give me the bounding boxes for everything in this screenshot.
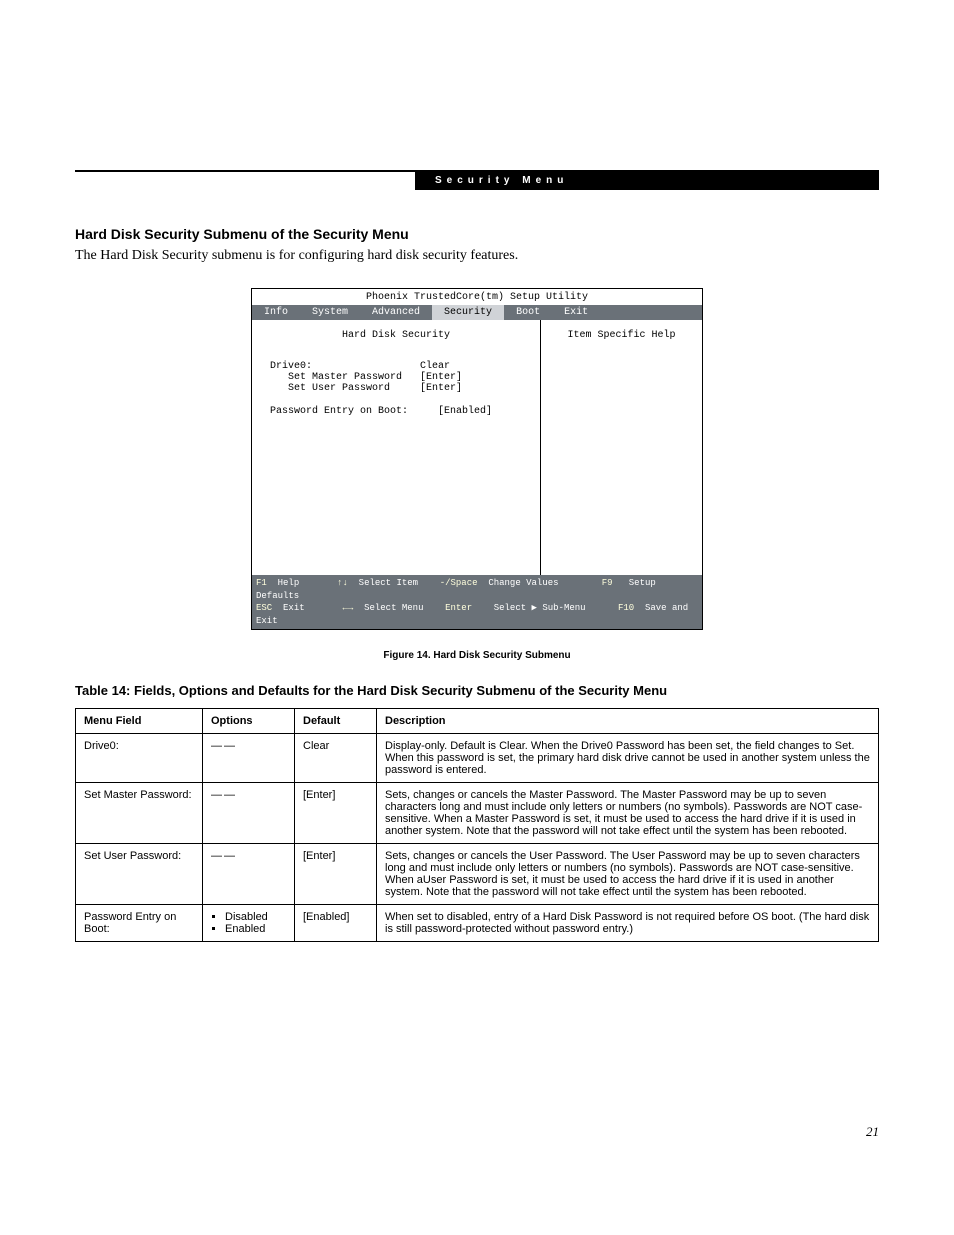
section-header: Security Menu — [415, 172, 879, 190]
bios-tabs: Info System Advanced Security Boot Exit — [252, 305, 702, 320]
th-options: Options — [203, 709, 295, 734]
tab-boot[interactable]: Boot — [504, 305, 552, 320]
fields-table: Menu Field Options Default Description D… — [75, 708, 879, 942]
set-master-password-value: [Enter] — [420, 372, 462, 383]
option-enabled: Enabled — [225, 923, 286, 935]
bios-help-title: Item Specific Help — [549, 330, 694, 341]
password-entry-boot-value: [Enabled] — [438, 406, 492, 417]
tab-system[interactable]: System — [300, 305, 360, 320]
table-title: Table 14: Fields, Options and Defaults f… — [75, 683, 879, 698]
cell-default: Clear — [295, 734, 377, 783]
key-select-menu-label: Select Menu — [364, 603, 423, 613]
key-updown: ↑↓ — [337, 578, 348, 588]
cell-field: Drive0: — [76, 734, 203, 783]
figure-caption: Figure 14. Hard Disk Security Submenu — [75, 650, 879, 661]
key-leftright: ←→ — [342, 603, 353, 613]
table-row: Set Master Password: —— [Enter] Sets, ch… — [76, 783, 879, 844]
key-space: -/Space — [440, 578, 478, 588]
bios-panel: Phoenix TrustedCore(tm) Setup Utility In… — [251, 288, 703, 630]
key-exit-label: Exit — [283, 603, 305, 613]
cell-field: Password Entry on Boot: — [76, 905, 203, 942]
key-help-label: Help — [278, 578, 300, 588]
cell-options: —— — [203, 734, 295, 783]
key-esc: ESC — [256, 603, 272, 613]
tab-info[interactable]: Info — [252, 305, 300, 320]
tab-exit[interactable]: Exit — [552, 305, 600, 320]
cell-default: [Enabled] — [295, 905, 377, 942]
key-select-submenu-label: Select ▶ Sub-Menu — [494, 603, 586, 613]
bios-footer: F1 Help ↑↓ Select Item -/Space Change Va… — [252, 575, 702, 629]
set-user-password-value: [Enter] — [420, 383, 462, 394]
th-description: Description — [377, 709, 879, 734]
key-f10: F10 — [618, 603, 634, 613]
key-select-item-label: Select Item — [359, 578, 418, 588]
tab-security[interactable]: Security — [432, 305, 504, 320]
tab-advanced[interactable]: Advanced — [360, 305, 432, 320]
cell-default: [Enter] — [295, 783, 377, 844]
cell-desc: Display-only. Default is Clear. When the… — [377, 734, 879, 783]
key-enter: Enter — [445, 603, 472, 613]
bios-submenu-title: Hard Disk Security — [270, 330, 522, 341]
bios-title: Phoenix TrustedCore(tm) Setup Utility — [252, 289, 702, 305]
table-row: Password Entry on Boot: Disabled Enabled… — [76, 905, 879, 942]
cell-field: Set Master Password: — [76, 783, 203, 844]
drive0-label: Drive0: — [270, 361, 420, 372]
intro-text: The Hard Disk Security submenu is for co… — [75, 248, 879, 264]
set-master-password-label[interactable]: Set Master Password — [288, 372, 420, 383]
key-f9: F9 — [602, 578, 613, 588]
cell-options: Disabled Enabled — [203, 905, 295, 942]
option-disabled: Disabled — [225, 911, 286, 923]
table-row: Drive0: —— Clear Display-only. Default i… — [76, 734, 879, 783]
bios-left-pane: Hard Disk Security Drive0: Clear Set Mas… — [252, 320, 541, 575]
page-number: 21 — [866, 1124, 879, 1140]
set-user-password-label[interactable]: Set User Password — [288, 383, 420, 394]
bios-help-pane: Item Specific Help — [541, 320, 702, 575]
cell-options: —— — [203, 844, 295, 905]
cell-desc: Sets, changes or cancels the Master Pass… — [377, 783, 879, 844]
cell-default: [Enter] — [295, 844, 377, 905]
cell-options: —— — [203, 783, 295, 844]
cell-desc: When set to disabled, entry of a Hard Di… — [377, 905, 879, 942]
th-default: Default — [295, 709, 377, 734]
table-row: Set User Password: —— [Enter] Sets, chan… — [76, 844, 879, 905]
th-menu-field: Menu Field — [76, 709, 203, 734]
section-title: Hard Disk Security Submenu of the Securi… — [75, 226, 879, 242]
cell-field: Set User Password: — [76, 844, 203, 905]
drive0-value: Clear — [420, 361, 450, 372]
key-change-values-label: Change Values — [488, 578, 558, 588]
cell-desc: Sets, changes or cancels the User Passwo… — [377, 844, 879, 905]
password-entry-boot-label[interactable]: Password Entry on Boot: — [270, 406, 438, 417]
key-f1: F1 — [256, 578, 267, 588]
